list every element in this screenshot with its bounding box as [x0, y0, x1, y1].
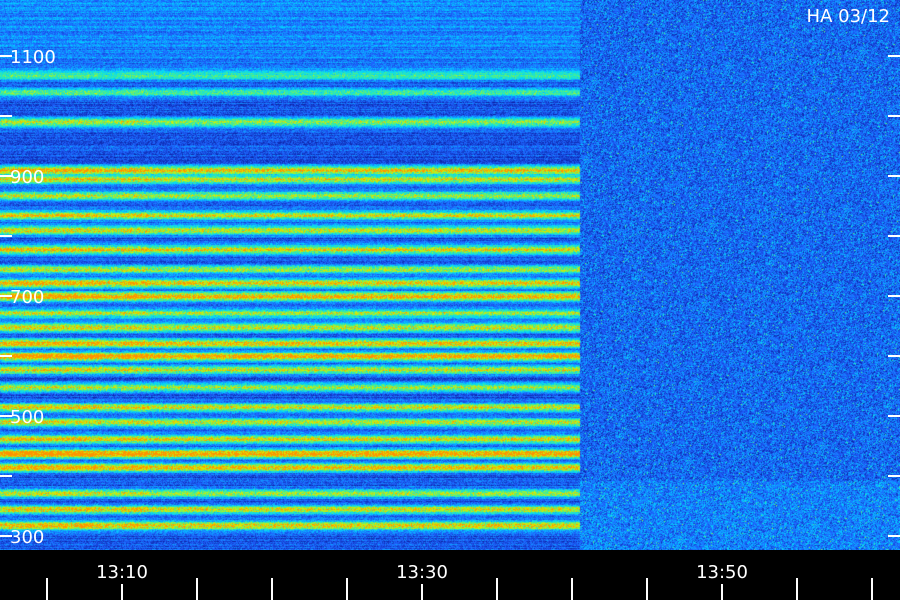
spectrogram-chart: 1100 900 700 500 300 13:10 13:30 13:50 HA 03/12 [0, 0, 900, 600]
x-tick-label-13-30: 13:30 [396, 562, 448, 583]
spectrogram-heatmap [0, 0, 900, 550]
y-tick-label-900: 900 [10, 167, 44, 188]
y-tick-label-1100: 1100 [10, 47, 56, 68]
y-tick-label-300: 300 [10, 527, 44, 548]
y-tick-label-700: 700 [10, 287, 44, 308]
x-tick-label-13-10: 13:10 [96, 562, 148, 583]
x-tick-label-13-50: 13:50 [696, 562, 748, 583]
chart-title: HA 03/12 [807, 6, 890, 27]
y-tick-label-500: 500 [10, 407, 44, 428]
